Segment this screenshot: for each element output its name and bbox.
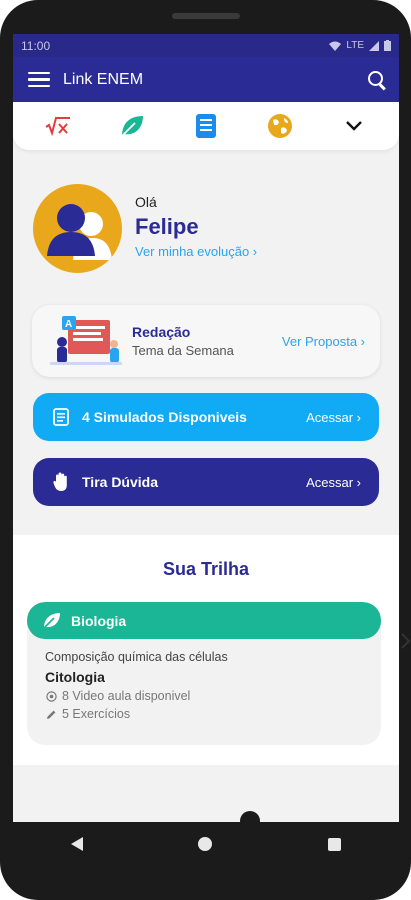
phone-frame: 11:00 LTE Link ENEM Olá Felipe Ver minha…	[0, 0, 411, 900]
play-circle-icon	[45, 690, 57, 702]
avatar	[33, 184, 122, 273]
chevron-right-icon[interactable]	[399, 632, 411, 655]
tira-duvida-card[interactable]: Tira Dúvida Acessar ›	[33, 458, 379, 506]
status-icons: LTE	[329, 40, 391, 51]
simulados-card[interactable]: 4 Simulados Disponiveis Acessar ›	[33, 393, 379, 441]
speaker-grille	[172, 13, 240, 19]
evolution-link[interactable]: Ver minha evolução ›	[135, 244, 257, 259]
redacao-card[interactable]: A Redação Tema da Semana Ver Proposta ›	[32, 305, 380, 377]
trilha-title: Sua Trilha	[162, 559, 250, 579]
biologia-header: Biologia	[27, 602, 381, 639]
redacao-subtitle: Tema da Semana	[132, 343, 234, 358]
recent-apps-icon[interactable]	[328, 837, 342, 851]
status-time: 11:00	[21, 38, 51, 53]
chevron-down-icon[interactable]	[339, 111, 369, 141]
ver-proposta-link[interactable]: Ver Proposta ›	[282, 334, 365, 349]
search-icon[interactable]	[367, 70, 387, 90]
subtopic-text: Citologia	[45, 669, 105, 685]
back-icon[interactable]	[70, 837, 83, 851]
trilha-section: Sua Trilha Biologia Composição química d…	[13, 535, 399, 765]
biologia-body: Composição química das células Citologia…	[27, 639, 381, 721]
essay-illustration-icon: A	[50, 316, 122, 366]
hand-raise-icon	[51, 472, 71, 492]
app-title: Link ENEM	[63, 70, 144, 88]
simulados-acessar[interactable]: Acessar ›	[306, 410, 361, 425]
biologia-label: Biologia	[71, 612, 127, 629]
leaf-icon[interactable]	[117, 111, 147, 141]
greeting: Olá	[135, 194, 157, 210]
globe-icon[interactable]	[265, 111, 295, 141]
home-icon[interactable]	[198, 837, 213, 851]
simulados-label: 4 Simulados Disponiveis	[82, 409, 247, 425]
profile-text: Olá Felipe Ver minha evolução ›	[135, 194, 257, 259]
document-icon	[51, 407, 71, 427]
biologia-card[interactable]: Biologia Composição química das células …	[27, 602, 381, 745]
svg-text:A: A	[65, 319, 72, 330]
wifi-icon	[329, 41, 342, 51]
battery-icon	[384, 40, 391, 51]
leaf-icon	[43, 613, 60, 629]
redacao-title: Redação	[132, 324, 191, 340]
navigation-bar	[13, 822, 399, 866]
videos-text: 8 Video aula disponivel	[62, 689, 191, 703]
book-icon[interactable]	[191, 111, 221, 141]
signal-icon	[369, 40, 379, 51]
user-name: Felipe	[135, 214, 199, 239]
subject-bar	[13, 102, 399, 150]
app-screen: 11:00 LTE Link ENEM Olá Felipe Ver minha…	[13, 34, 399, 822]
videos-row: 8 Video aula disponivel	[45, 689, 381, 703]
redacao-text: Redação Tema da Semana	[132, 324, 282, 358]
pencil-icon	[45, 709, 57, 720]
tira-duvida-label: Tira Dúvida	[82, 474, 158, 490]
status-bar: 11:00 LTE	[13, 34, 399, 57]
app-bar: Link ENEM	[13, 57, 399, 102]
tira-duvida-acessar[interactable]: Acessar ›	[306, 475, 361, 490]
exercises-text: 5 Exercícios	[62, 707, 131, 721]
user-group-icon	[47, 204, 112, 260]
menu-icon[interactable]	[28, 71, 50, 88]
exercises-row: 5 Exercícios	[45, 707, 381, 721]
network-label: LTE	[346, 40, 364, 51]
math-icon[interactable]	[43, 111, 73, 141]
profile-section: Olá Felipe Ver minha evolução ›	[13, 150, 399, 273]
topic-text: Composição química das células	[45, 650, 228, 664]
